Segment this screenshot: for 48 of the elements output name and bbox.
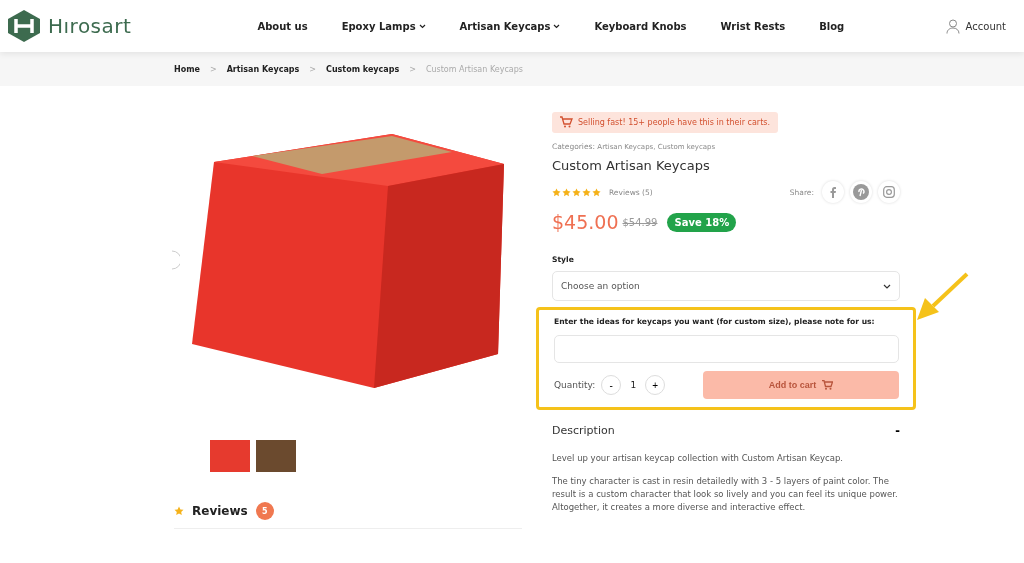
old-price: $54.99 [622,216,658,228]
star-icon [592,187,601,197]
nav-link[interactable]: Keyboard Knobs [594,20,687,32]
star-icon [562,187,571,197]
thumbnail-image[interactable] [210,440,250,472]
cart-icon [822,380,834,390]
logo-text[interactable]: Hırosart [48,14,132,38]
quantity-label: Quantity: [554,380,596,390]
star-icon [572,187,581,197]
product-title: Custom Artisan Keycaps [552,158,711,173]
star-icon [174,506,184,516]
nav-link[interactable]: Blog [819,20,845,32]
user-icon [945,18,960,34]
thumbnail-image[interactable] [256,440,296,472]
nav-link[interactable]: Epoxy Lamps [341,20,426,32]
star-icon [552,187,561,197]
account-link[interactable]: Account [945,18,1006,34]
breadcrumb-separator: > [209,64,217,74]
selling-fast-notice: Selling fast! 15+ people have this in their carts. [552,112,778,133]
chevron-down-icon [883,283,891,289]
note-input-field[interactable] [554,335,899,363]
nav-link[interactable]: Artisan Keycaps [459,20,561,32]
cart-icon [560,116,573,128]
breadcrumb-separator: > [409,64,416,74]
nav-link[interactable]: Wrist Rests [720,20,786,32]
breadcrumb-separator: > [309,64,317,74]
reviews-heading: Reviews [192,504,248,518]
discount-badge: Save 18% [667,212,737,232]
description-heading: Description [552,423,615,437]
logo-icon [6,9,42,43]
quantity-value: 1 [629,380,638,390]
reviews-count-badge: 5 [255,502,274,520]
description-text: Level up your artisan keycap collection with Custom Artisan Keycap. [552,452,845,465]
description-text: The tiny character is cast in resin detailedly with 3 - 5 layers of paint color. The result is a custom character that look so lively and you can feel its unique power. Altogether, it creates a more diverse and interactive effect. [552,475,899,514]
price: $45.00 [552,211,619,233]
previous-arrow-icon[interactable] [172,250,180,270]
breadcrumb-link[interactable]: Artisan Keycaps [226,64,300,74]
style-select[interactable]: Choose an option [552,271,900,301]
breadcrumb-link[interactable]: Custom keycaps [326,64,400,74]
collapse-toggle[interactable]: - [895,422,900,438]
decrease-button[interactable]: - [601,375,622,395]
breadcrumb-link[interactable]: Home [174,64,200,74]
nav-link[interactable]: About us [257,20,308,32]
chevron-down-icon [553,23,561,29]
pinterest-icon[interactable] [850,181,872,203]
chevron-down-icon [418,23,426,29]
increase-button[interactable]: + [645,375,666,395]
star-icon [582,187,591,197]
